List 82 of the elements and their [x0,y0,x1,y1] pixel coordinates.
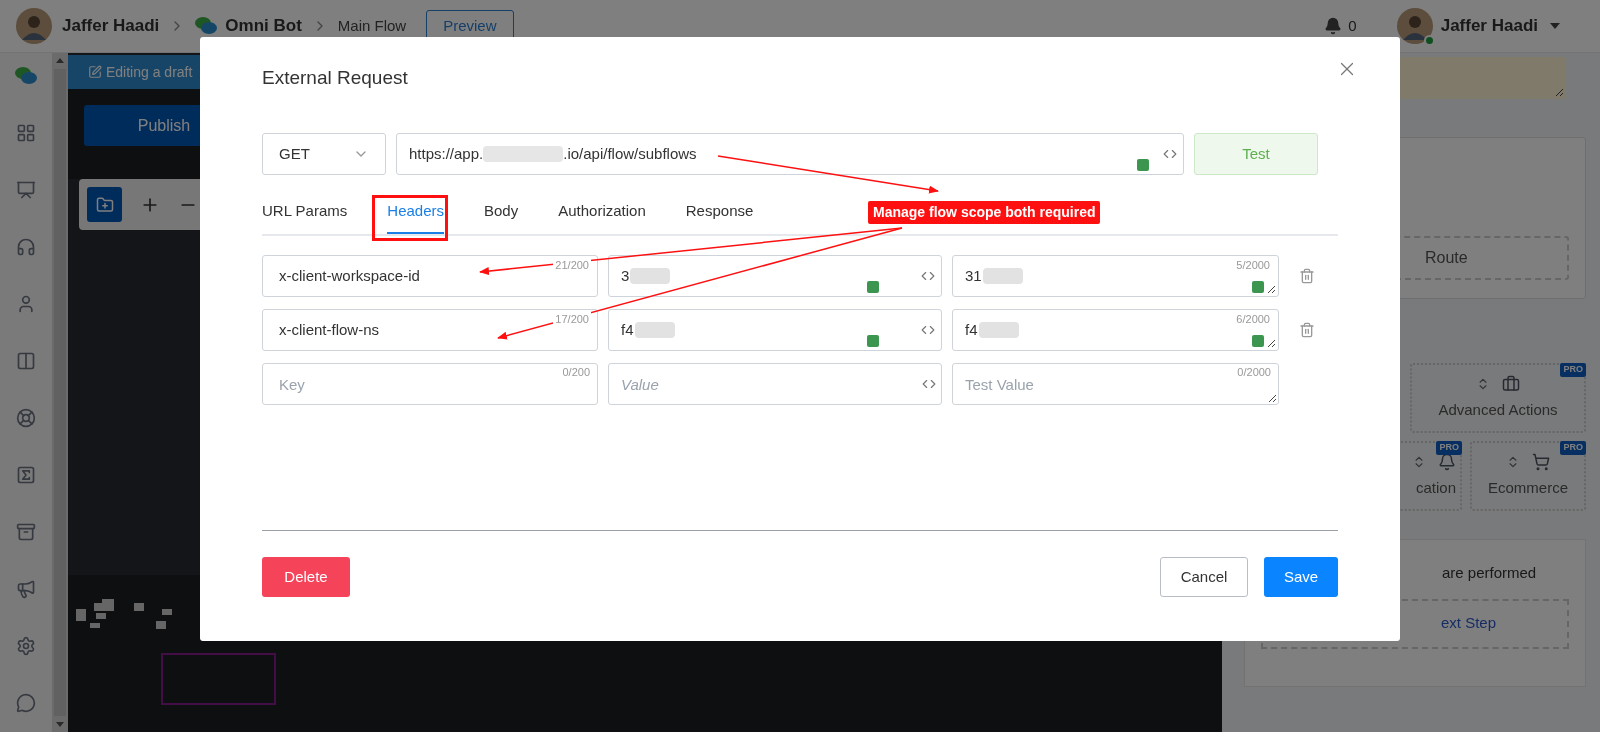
value-field[interactable]: Value [608,363,942,405]
resize-handle-icon [1267,285,1276,294]
grid-icon[interactable] [16,123,36,143]
cancel-button[interactable]: Cancel [1160,557,1248,597]
code-icon[interactable] [921,323,935,337]
pro-badge: PRO [1436,441,1462,455]
value-field[interactable]: f4 [608,309,942,351]
user-name[interactable]: Jaffer Haadi [1440,13,1538,39]
chat-bubbles-icon [15,66,37,86]
test-value-field[interactable]: 31 5/2000 [952,255,1279,297]
action-tile[interactable]: PRO Ecommerce [1470,441,1586,511]
resize-handle-icon [1267,339,1276,348]
breadcrumb-item[interactable]: Main Flow [337,14,407,38]
tab[interactable]: Body [484,191,519,234]
character-count: 0/200 [562,365,590,380]
scroll-up-icon[interactable] [56,57,64,65]
lifebuoy-icon[interactable] [16,408,36,428]
briefcase-icon [1502,374,1520,393]
key-field[interactable]: x-client-flow-ns 17/200 [262,309,598,351]
save-button[interactable]: Save [1264,557,1338,597]
resize-handle-icon [1268,394,1277,403]
edit-icon [88,65,102,79]
delete-button[interactable]: Delete [262,557,350,597]
action-label: cation [1415,477,1456,498]
extension-status-icon [1137,159,1149,171]
draft-notice: Editing a draft [106,62,193,82]
notification-count: 0 [1348,15,1357,36]
chat-icon[interactable] [16,693,36,713]
columns-icon[interactable] [16,351,36,371]
bell-icon [1438,452,1456,471]
code-icon[interactable] [922,377,936,391]
breadcrumb-item[interactable]: Omni Bot [225,13,302,39]
cart-icon [1532,452,1550,471]
field-value: 3 [621,265,630,286]
test-button[interactable]: Test [1194,133,1318,175]
headset-icon[interactable] [16,237,36,257]
avatar [16,8,52,44]
method-select[interactable]: GET [262,133,386,175]
tab[interactable]: Response [685,191,754,234]
test-value-field[interactable]: f4 6/2000 [952,309,1279,351]
extension-status-icon [1252,335,1264,347]
pro-badge: PRO [1560,441,1586,455]
action-label: Ecommerce [1488,477,1568,498]
value-field[interactable]: 3 [608,255,942,297]
code-icon[interactable] [921,269,935,283]
annotation-label: Manage flow scope both required [868,201,1101,224]
bell-icon[interactable] [1324,17,1343,35]
key-field[interactable]: x-client-workspace-id 21/200 [262,255,598,297]
field-value: f4 [965,319,978,340]
extension-status-icon [1252,281,1264,293]
field-value: f4 [621,319,634,340]
character-count: 6/2000 [1236,312,1270,327]
modal-title: External Request [262,65,408,90]
tab[interactable]: Headers [387,191,444,234]
user-icon[interactable] [16,294,36,314]
code-icon[interactable] [1163,147,1177,161]
url-field[interactable]: https://app. .io/api/flow/subflows [396,133,1184,175]
action-label: Advanced Actions [1438,399,1558,420]
extension-status-icon [867,335,879,347]
resize-handle-icon [1555,88,1564,97]
tab[interactable]: Authorization [558,191,646,234]
delete-icon[interactable] [1299,322,1315,338]
caret-icon[interactable] [1550,23,1560,29]
pro-badge: PRO [1560,363,1586,377]
add-folder-button[interactable] [87,187,122,222]
tab[interactable]: URL Params [262,191,348,234]
chat-bubbles-icon [195,16,218,36]
presentation-icon[interactable] [16,180,36,200]
breadcrumb-item[interactable]: Jaffer Haadi [62,13,160,39]
action-tile[interactable]: PRO Advanced Actions [1410,363,1586,433]
extension-status-icon [867,281,879,293]
card-icon[interactable] [16,465,36,485]
settings-icon[interactable] [16,636,36,656]
character-count: 0/2000 [1237,365,1271,380]
card-text: are performed [1442,563,1537,583]
avatar [1396,8,1433,44]
scroll-down-icon[interactable] [56,720,64,728]
archive-icon[interactable] [16,522,36,542]
folder-plus-icon [95,195,114,214]
field-value: 31 [965,265,982,286]
delete-icon[interactable] [1299,268,1315,284]
megaphone-icon[interactable] [16,579,36,599]
